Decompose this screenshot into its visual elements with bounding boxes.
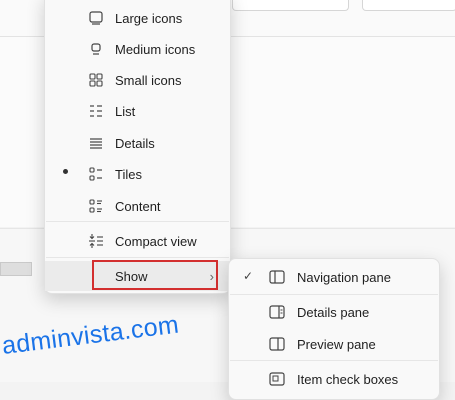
submenu-item-details-pane[interactable]: Details pane [229,296,439,328]
menu-item-details[interactable]: Details [45,128,230,158]
menu-item-medium-icons[interactable]: Medium icons [45,34,230,64]
submenu-item-label: Details pane [297,305,370,320]
view-menu: Large icons Medium icons Small icons Lis… [44,0,231,294]
navigation-pane-icon [269,270,285,284]
preview-pane-icon [269,337,285,351]
menu-item-label: Tiles [115,166,142,182]
submenu-item-preview-pane[interactable]: Preview pane [229,328,439,360]
menu-item-list[interactable]: List [45,96,230,126]
menu-separator [230,360,438,361]
menu-item-label: Large icons [115,10,183,26]
menu-item-compact-view[interactable]: Compact view [45,226,230,256]
checkmark-icon: ✓ [243,269,254,283]
menu-separator [46,257,229,258]
menu-item-large-icons[interactable]: Large icons [45,3,230,33]
submenu-item-label: Item check boxes [297,372,399,387]
menu-item-label: Compact view [115,233,197,249]
toolbar-field[interactable] [232,0,349,11]
menu-item-label: Details [115,135,155,151]
details-pane-icon [269,305,285,319]
small-icons-icon [89,73,103,87]
menu-item-label: Small icons [115,72,182,88]
highlight-annotation [92,260,218,290]
show-submenu: ✓ Navigation pane Details pane Preview p… [228,258,440,400]
tiles-icon [89,167,102,181]
content-icon [89,199,102,213]
medium-icons-icon [91,43,101,55]
details-icon [90,138,102,149]
submenu-item-label: Navigation pane [297,270,391,285]
submenu-item-check-boxes[interactable]: Item check boxes [229,363,439,395]
search-field[interactable] [362,0,455,11]
submenu-item-label: Preview pane [297,337,376,352]
submenu-item-navigation-pane[interactable]: ✓ Navigation pane [229,261,439,293]
menu-item-tiles[interactable]: Tiles [45,159,230,189]
large-icons-icon [89,11,103,25]
menu-item-content[interactable]: Content [45,191,230,221]
compact-view-icon [89,234,103,248]
horizontal-scrollbar[interactable] [0,262,32,276]
menu-item-small-icons[interactable]: Small icons [45,65,230,95]
menu-separator [46,221,229,222]
menu-item-label: Content [115,198,161,214]
menu-item-label: Medium icons [115,41,196,57]
selected-bullet-icon [63,169,68,174]
menu-separator [230,294,438,295]
menu-item-label: List [115,103,136,119]
item-check-boxes-icon [269,372,285,386]
list-icon [90,105,102,117]
